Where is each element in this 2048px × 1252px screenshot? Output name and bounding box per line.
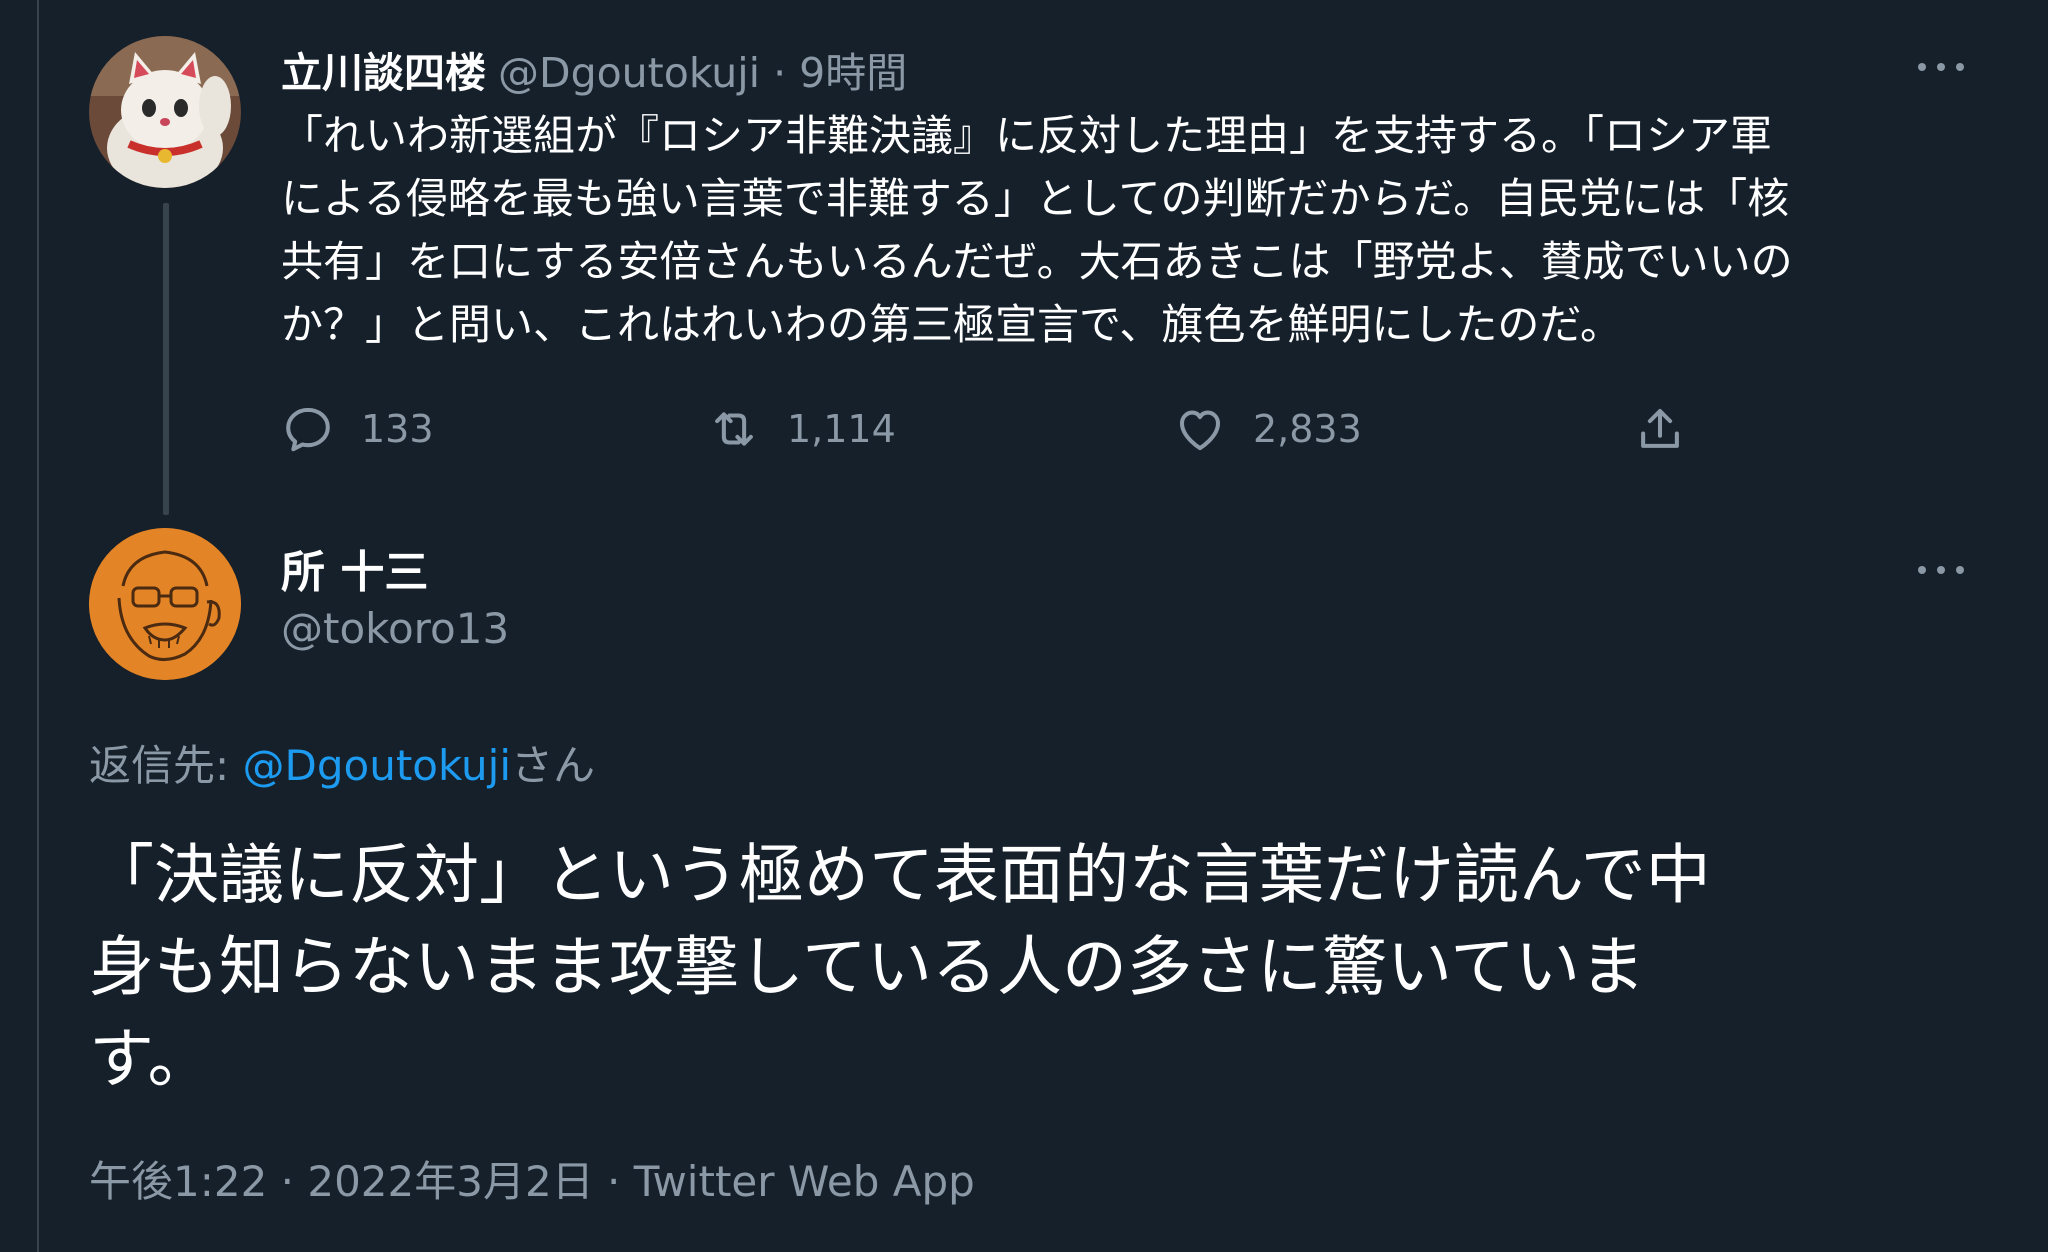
left-border: [37, 0, 39, 1252]
parent-tweet-text: 「れいわ新選組が『ロシア非難決議』に反対した理由」を支持する。「ロシア軍 による…: [281, 104, 2001, 356]
reply-count: 133: [361, 407, 434, 451]
parent-handle-and-time[interactable]: @Dgoutokuji · 9時間: [498, 39, 907, 99]
maneki-neko-avatar: [89, 36, 241, 188]
main-tweet-line: す。: [89, 1022, 213, 1097]
main-avatar[interactable]: [89, 528, 241, 680]
main-display-name[interactable]: 所 十三: [281, 536, 428, 600]
parent-tweet-line: 「れいわ新選組が『ロシア非難決議』に反対した理由」を支持する。「ロシア軍: [281, 111, 1773, 160]
share-button[interactable]: [1633, 398, 1687, 460]
parent-tweet-line: か？」と問い、これはれいわの第三極宣言で、旗色を鮮明にしたのだ。: [281, 300, 1623, 349]
like-button[interactable]: 2,833: [1173, 398, 1362, 460]
parent-display-name[interactable]: 立川談四楼: [281, 39, 486, 99]
main-handle[interactable]: @tokoro13: [281, 604, 509, 653]
thread-connector-line: [163, 203, 169, 515]
reply-icon: [286, 407, 330, 452]
sketch-portrait-avatar: [89, 528, 241, 680]
parent-tweet-line: による侵略を最も強い言葉で非難する」としての判断だからだ。自民党には「核: [281, 174, 1790, 223]
main-tweet-timestamp-source[interactable]: 午後1:22 · 2022年3月2日 · Twitter Web App: [89, 1148, 975, 1209]
parent-tweet-line: 共有」を口にする安倍さんもいるんだぜ。大石あきこは「野党よ、賛成でいいの: [281, 237, 1793, 286]
replying-to-prefix: 返信先:: [89, 741, 243, 790]
more-icon[interactable]: [1918, 555, 1964, 585]
retweet-count: 1,114: [787, 407, 896, 451]
share-icon: [1641, 408, 1679, 448]
like-icon: [1179, 410, 1221, 451]
main-tweet-line: 身も知らないまま攻撃している人の多さに驚いていま: [89, 930, 1646, 1005]
parent-tweet-header: 立川談四楼 @Dgoutokuji · 9時間: [281, 38, 907, 100]
retweet-icon: [715, 412, 753, 446]
main-tweet-line: 「決議に反対」という極めて表面的な言葉だけ読んで中: [89, 838, 1711, 913]
main-tweet-text: 「決議に反対」という極めて表面的な言葉だけ読んで中 身も知らないまま攻撃している…: [89, 830, 1989, 1106]
replying-to: 返信先: @Dgoutokujiさん: [89, 732, 595, 793]
parent-avatar[interactable]: [89, 36, 241, 188]
like-count: 2,833: [1253, 407, 1362, 451]
replying-to-mention-link[interactable]: @Dgoutokuji: [243, 741, 511, 790]
reply-button[interactable]: 133: [281, 398, 434, 460]
retweet-button[interactable]: 1,114: [707, 398, 896, 460]
more-icon[interactable]: [1918, 52, 1964, 82]
replying-to-suffix: さん: [510, 741, 595, 790]
